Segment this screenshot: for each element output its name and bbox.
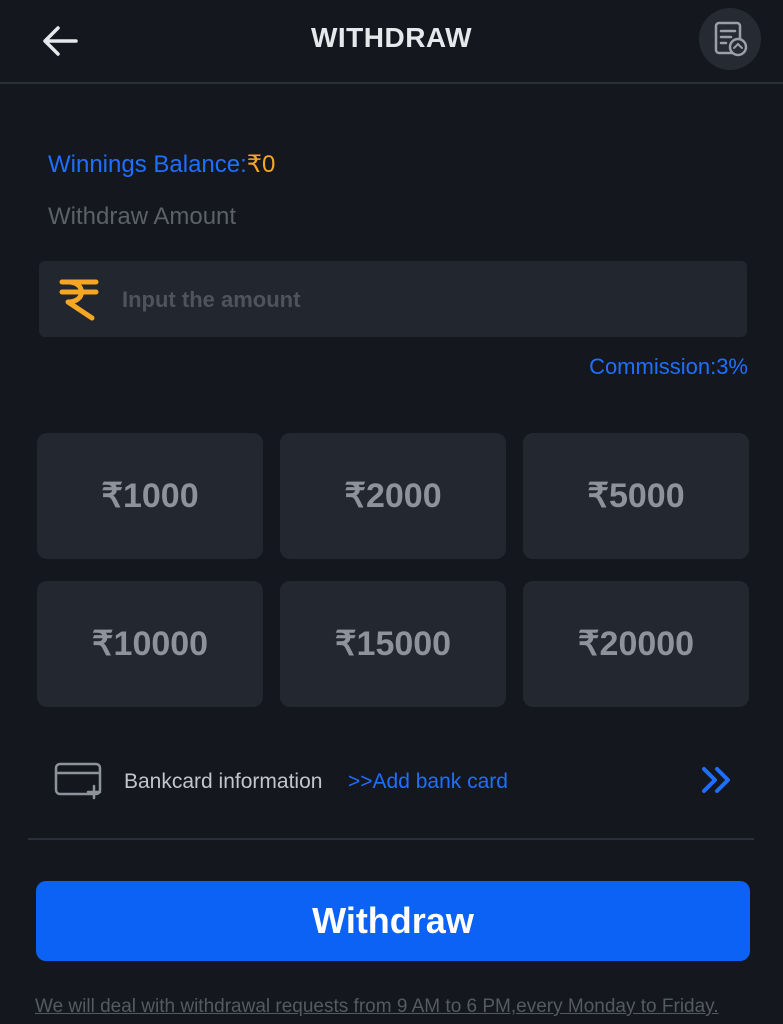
page-title: WITHDRAW xyxy=(310,22,473,53)
quick-amount-1000[interactable]: ₹1000 xyxy=(37,433,263,559)
quick-amount-2000[interactable]: ₹2000 xyxy=(280,433,506,559)
withdrawal-hours-notice: We will deal with withdrawal requests fr… xyxy=(35,996,719,1017)
balance-label: Winnings Balance: xyxy=(48,151,247,178)
add-bank-card-link[interactable]: >>Add bank card xyxy=(348,770,508,794)
divider xyxy=(28,838,754,840)
bankcard-row[interactable]: Bankcard information >>Add bank card xyxy=(28,740,754,820)
bankcard-label: Bankcard information xyxy=(124,770,323,793)
commission-text: Commission:3% xyxy=(589,354,748,379)
quick-amount-15000[interactable]: ₹15000 xyxy=(280,581,506,707)
quick-amount-10000[interactable]: ₹10000 xyxy=(37,581,263,707)
rupee-icon xyxy=(59,279,99,321)
withdraw-button[interactable]: Withdraw xyxy=(36,881,750,961)
balance-value: ₹0 xyxy=(246,151,276,178)
withdraw-history-button[interactable] xyxy=(699,8,761,70)
quick-amount-20000[interactable]: ₹20000 xyxy=(523,581,749,707)
add-card-icon xyxy=(54,762,102,800)
quick-amount-5000[interactable]: ₹5000 xyxy=(523,433,749,559)
top-bar: WITHDRAW xyxy=(0,0,783,84)
winnings-balance: Winnings Balance:₹0 xyxy=(48,150,275,179)
withdraw-history-icon xyxy=(714,21,748,57)
double-chevron-right-icon[interactable] xyxy=(700,765,734,795)
withdraw-amount-label: Withdraw Amount xyxy=(48,203,237,230)
amount-input[interactable] xyxy=(120,281,724,319)
